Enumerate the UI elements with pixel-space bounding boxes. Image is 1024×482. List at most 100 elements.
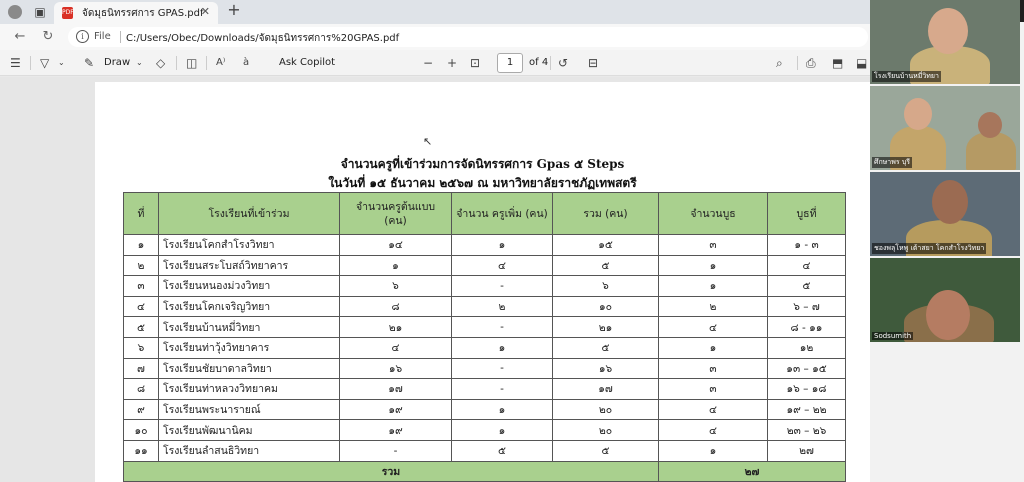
- row-number: ๗: [123, 357, 159, 380]
- participant-head: [926, 290, 970, 340]
- ask-copilot-button[interactable]: Ask Copilot: [279, 55, 335, 71]
- school-name: โรงเรียนโคกเจริญวิทยา: [158, 295, 340, 318]
- school-name: โรงเรียนโคกสำโรงวิทยา: [158, 234, 340, 256]
- booth-numbers: ๘ - ๑๑: [767, 316, 846, 338]
- table-header-row: ที่ โรงเรียนที่เข้าร่วม จำนวนครูต้นแบบ (…: [123, 192, 846, 235]
- booth-numbers: ๑๒: [767, 336, 846, 359]
- back-icon[interactable]: ←: [12, 29, 28, 45]
- total-teachers: ๕: [552, 254, 659, 277]
- table-total-row: รวม ๒๗: [123, 460, 846, 482]
- fit-page-icon[interactable]: ⊡: [470, 55, 480, 71]
- save-as-icon[interactable]: ⬓: [856, 55, 867, 71]
- participant-head: [904, 98, 932, 130]
- model-teachers: ๑๗: [339, 378, 452, 400]
- text-box-icon[interactable]: ◫: [186, 55, 197, 71]
- participant-head: [932, 180, 968, 224]
- page-number-input[interactable]: 1: [497, 53, 523, 73]
- eraser-icon[interactable]: ◇: [156, 55, 165, 71]
- divider: [550, 56, 551, 70]
- highlight-icon[interactable]: ▽: [40, 55, 49, 71]
- participant-name: โรงเรียนบ้านหมี่วิทยา: [872, 71, 941, 82]
- total-teachers: ๒๑: [552, 316, 659, 338]
- total-teachers: ๑๐: [552, 295, 659, 318]
- new-tab-icon[interactable]: +: [226, 2, 242, 18]
- file-scheme-label: File: [94, 31, 111, 42]
- extra-teachers: -: [451, 275, 553, 297]
- row-number: ๑๑: [123, 439, 159, 462]
- translate-icon[interactable]: à: [243, 55, 249, 71]
- extra-teachers: ๕: [451, 439, 553, 462]
- booth-numbers: ๕: [767, 275, 846, 297]
- col-header-school: โรงเรียนที่เข้าร่วม: [158, 192, 340, 235]
- read-aloud-icon[interactable]: A⁾: [216, 55, 225, 71]
- school-name: โรงเรียนท่าหลวงวิทยาคม: [158, 378, 340, 400]
- total-teachers: ๕: [552, 336, 659, 359]
- close-tab-icon[interactable]: ✕: [201, 5, 210, 18]
- tab-pdf[interactable]: PDF จัดมุธนิทรรศการ GPAS.pdf ✕: [54, 2, 218, 24]
- extra-teachers: -: [451, 316, 553, 338]
- zoom-out-icon[interactable]: −: [423, 55, 433, 71]
- video-tile-4[interactable]: Sodsumith: [870, 258, 1020, 342]
- model-teachers: ๑๙: [339, 398, 452, 421]
- print-icon[interactable]: ⎙: [806, 55, 816, 71]
- booth-numbers: ๒๓ – ๒๖: [767, 419, 846, 441]
- total-teachers: ๒๐: [552, 398, 659, 421]
- refresh-icon[interactable]: ↻: [40, 29, 56, 45]
- col-header-total: รวม (คน): [552, 192, 659, 235]
- table-row: ๘โรงเรียนท่าหลวงวิทยาคม ๑๗-๑๗๓๑๖ – ๑๘: [123, 378, 846, 400]
- row-number: ๕: [123, 316, 159, 338]
- contents-icon[interactable]: ☰: [10, 55, 21, 71]
- video-tile-3[interactable]: ชองพลุโหพู เต้าสยา โคกสำโรงวิทยา: [870, 172, 1020, 256]
- profile-avatar[interactable]: [8, 5, 22, 19]
- video-call-panel: — ❐ ✕ โรงเรียนบ้านหมี่วิทยา ศึกษาพร บุรี…: [870, 0, 1024, 482]
- divider: [120, 31, 121, 43]
- model-teachers: -: [339, 439, 452, 462]
- row-number: ๙: [123, 398, 159, 421]
- booth-count: ๑: [658, 275, 768, 297]
- col-header-model-teachers: จำนวนครูต้นแบบ (คน): [339, 192, 452, 235]
- address-bar: ← ↻ i File C:/Users/Obec/Downloads/จัดมุ…: [0, 24, 870, 50]
- table-row: ๖โรงเรียนท่าวุ้งวิทยาคาร๔๑๕๑๑๒: [123, 336, 846, 359]
- document-title: จำนวนครูที่เข้าร่วมการจัดนิทรรศการ Gpas …: [340, 157, 625, 171]
- draw-label[interactable]: Draw: [104, 55, 130, 71]
- zoom-in-icon[interactable]: +: [447, 55, 457, 71]
- chevron-down-icon[interactable]: ⌄: [136, 55, 143, 71]
- school-name: โรงเรียนหนองม่วงวิทยา: [158, 275, 340, 297]
- model-teachers: ๔: [339, 336, 452, 359]
- workspaces-icon[interactable]: ▣: [32, 4, 48, 20]
- save-icon[interactable]: ⬒: [832, 55, 843, 71]
- pdf-toolbar: ☰ ▽ ⌄ ✎ Draw ⌄ ◇ ◫ A⁾ à Ask Copilot − + …: [0, 50, 870, 76]
- table-row: ๗โรงเรียนชัยบาดาลวิทยา ๑๖-๑๖๓๑๓ – ๑๕: [123, 357, 846, 380]
- divider: [176, 56, 177, 70]
- col-header-booth-no: บูธที่: [767, 192, 846, 235]
- booth-count: ๔: [658, 419, 768, 441]
- participant-name: ศึกษาพร บุรี: [872, 157, 913, 168]
- booth-count: ๔: [658, 398, 768, 421]
- info-icon[interactable]: i: [76, 30, 89, 43]
- tab-title: จัดมุธนิทรรศการ GPAS.pdf: [82, 8, 204, 19]
- school-name: โรงเรียนชัยบาดาลวิทยา: [158, 357, 340, 380]
- extra-teachers: ๑: [451, 234, 553, 256]
- total-teachers: ๒๐: [552, 419, 659, 441]
- video-tile-1[interactable]: โรงเรียนบ้านหมี่วิทยา: [870, 0, 1020, 84]
- booth-count: ๓: [658, 378, 768, 400]
- row-number: ๑: [123, 234, 159, 256]
- booth-count: ๔: [658, 316, 768, 338]
- extra-teachers: ๑: [451, 336, 553, 359]
- chevron-down-icon[interactable]: ⌄: [58, 55, 65, 71]
- page-view-icon[interactable]: ⊟: [588, 55, 598, 71]
- model-teachers: ๖: [339, 275, 452, 297]
- url-input[interactable]: i File C:/Users/Obec/Downloads/จัดมุธนิท…: [68, 27, 868, 47]
- page-count: of 4: [529, 57, 549, 68]
- participants-table: ที่ โรงเรียนที่เข้าร่วม จำนวนครูต้นแบบ (…: [123, 192, 846, 482]
- table-row: ๕โรงเรียนบ้านหมี่วิทยา ๒๑-๒๑๔๘ - ๑๑: [123, 316, 846, 338]
- draw-icon[interactable]: ✎: [84, 55, 94, 71]
- rotate-icon[interactable]: ↺: [558, 55, 568, 71]
- school-name: โรงเรียนพระนารายณ์: [158, 398, 340, 421]
- pdf-file-icon: PDF: [62, 7, 74, 19]
- pdf-viewer[interactable]: ↖ จำนวนครูที่เข้าร่วมการจัดนิทรรศการ Gpa…: [0, 77, 870, 482]
- booth-numbers: ๑๓ – ๑๕: [767, 357, 846, 380]
- video-tile-2[interactable]: ศึกษาพร บุรี: [870, 86, 1020, 170]
- model-teachers: ๑๖: [339, 357, 452, 380]
- search-icon[interactable]: ⌕: [776, 55, 783, 71]
